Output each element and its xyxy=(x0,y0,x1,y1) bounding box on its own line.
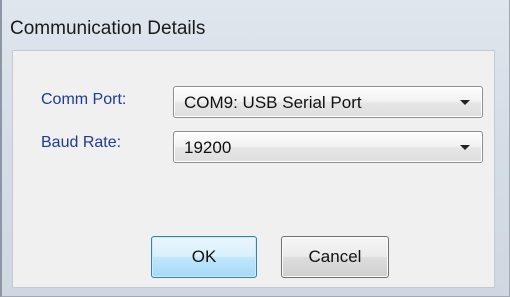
dialog-client-area: Comm Port: COM9: USB Serial Port Baud Ra… xyxy=(12,50,495,288)
cancel-button[interactable]: Cancel xyxy=(281,236,389,278)
window-title: Communication Details xyxy=(10,18,206,39)
chevron-down-icon[interactable] xyxy=(460,145,470,150)
ok-button[interactable]: OK xyxy=(151,236,257,278)
comm-port-select[interactable]: COM9: USB Serial Port xyxy=(173,86,483,118)
baud-rate-value: 19200 xyxy=(184,138,232,157)
comm-port-value: COM9: USB Serial Port xyxy=(184,93,362,112)
baud-rate-select[interactable]: 19200 xyxy=(173,131,483,163)
comm-port-label: Comm Port: xyxy=(41,91,127,108)
communication-details-dialog: Communication Details Comm Port: COM9: U… xyxy=(0,0,510,297)
chevron-down-icon[interactable] xyxy=(460,100,470,105)
baud-rate-label: Baud Rate: xyxy=(41,134,122,151)
